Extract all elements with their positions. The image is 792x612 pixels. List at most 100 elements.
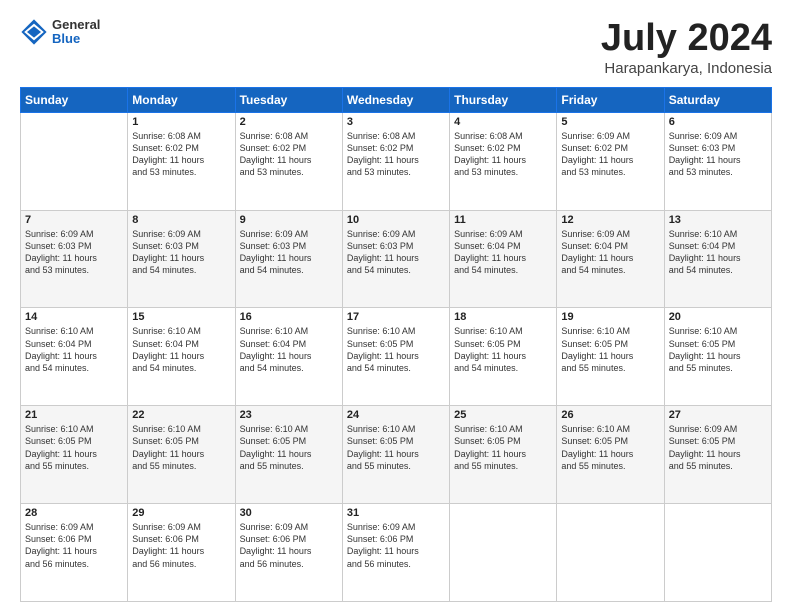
- calendar-cell: 6 Sunrise: 6:09 AMSunset: 6:03 PMDaylight…: [664, 112, 771, 210]
- cell-info: Sunrise: 6:08 AMSunset: 6:02 PMDaylight:…: [240, 130, 338, 179]
- calendar-cell: 21 Sunrise: 6:10 AMSunset: 6:05 PMDayligh…: [21, 406, 128, 504]
- cell-info: Sunrise: 6:10 AMSunset: 6:05 PMDaylight:…: [240, 423, 338, 472]
- cell-info: Sunrise: 6:10 AMSunset: 6:04 PMDaylight:…: [132, 325, 230, 374]
- cell-info: Sunrise: 6:09 AMSunset: 6:04 PMDaylight:…: [561, 228, 659, 277]
- calendar-header-cell: Wednesday: [342, 87, 449, 112]
- cell-info: Sunrise: 6:10 AMSunset: 6:05 PMDaylight:…: [454, 423, 552, 472]
- calendar-cell: 7 Sunrise: 6:09 AMSunset: 6:03 PMDaylight…: [21, 210, 128, 308]
- cell-info: Sunrise: 6:09 AMSunset: 6:03 PMDaylight:…: [669, 130, 767, 179]
- calendar-cell: 31 Sunrise: 6:09 AMSunset: 6:06 PMDayligh…: [342, 504, 449, 602]
- calendar-header-cell: Thursday: [450, 87, 557, 112]
- day-number: 6: [669, 116, 767, 128]
- calendar-week-row: 7 Sunrise: 6:09 AMSunset: 6:03 PMDaylight…: [21, 210, 772, 308]
- cell-info: Sunrise: 6:08 AMSunset: 6:02 PMDaylight:…: [132, 130, 230, 179]
- logo: General Blue: [20, 18, 100, 47]
- logo-line2: Blue: [52, 32, 100, 46]
- page: General Blue July 2024 Harapankarya, Ind…: [0, 0, 792, 612]
- calendar-cell: 3 Sunrise: 6:08 AMSunset: 6:02 PMDaylight…: [342, 112, 449, 210]
- cell-info: Sunrise: 6:10 AMSunset: 6:05 PMDaylight:…: [561, 423, 659, 472]
- calendar-cell: 9Sunrise: 6:09 AMSunset: 6:03 PMDaylight…: [235, 210, 342, 308]
- calendar-cell: 1 Sunrise: 6:08 AMSunset: 6:02 PMDaylight…: [128, 112, 235, 210]
- calendar-cell: 5 Sunrise: 6:09 AMSunset: 6:02 PMDaylight…: [557, 112, 664, 210]
- calendar-week-row: 28Sunrise: 6:09 AMSunset: 6:06 PMDayligh…: [21, 504, 772, 602]
- day-number: 3: [347, 116, 445, 128]
- calendar-cell: 8 Sunrise: 6:09 AMSunset: 6:03 PMDaylight…: [128, 210, 235, 308]
- calendar-cell: [557, 504, 664, 602]
- cell-info: Sunrise: 6:08 AMSunset: 6:02 PMDaylight:…: [347, 130, 445, 179]
- day-number: 23: [240, 409, 338, 421]
- calendar-week-row: 14 Sunrise: 6:10 AMSunset: 6:04 PMDayligh…: [21, 308, 772, 406]
- day-number: 31: [347, 507, 445, 519]
- title-block: July 2024 Harapankarya, Indonesia: [601, 18, 772, 77]
- cell-info: Sunrise: 6:10 AMSunset: 6:05 PMDaylight:…: [454, 325, 552, 374]
- day-number: 21: [25, 409, 123, 421]
- logo-line1: General: [52, 18, 100, 32]
- calendar-cell: 26 Sunrise: 6:10 AMSunset: 6:05 PMDayligh…: [557, 406, 664, 504]
- cell-info: Sunrise: 6:10 AMSunset: 6:05 PMDaylight:…: [669, 325, 767, 374]
- cell-info: Sunrise: 6:10 AMSunset: 6:04 PMDaylight:…: [25, 325, 123, 374]
- cell-info: Sunrise: 6:10 AMSunset: 6:05 PMDaylight:…: [132, 423, 230, 472]
- cell-info: Sunrise: 6:09 AMSunset: 6:06 PMDaylight:…: [240, 521, 338, 570]
- cell-info: Sunrise: 6:09 AMSunset: 6:05 PMDaylight:…: [669, 423, 767, 472]
- calendar-cell: 16Sunrise: 6:10 AMSunset: 6:04 PMDayligh…: [235, 308, 342, 406]
- calendar-cell: 27 Sunrise: 6:09 AMSunset: 6:05 PMDayligh…: [664, 406, 771, 504]
- cell-info: Sunrise: 6:10 AMSunset: 6:05 PMDaylight:…: [25, 423, 123, 472]
- day-number: 12: [561, 214, 659, 226]
- calendar-cell: 29Sunrise: 6:09 AMSunset: 6:06 PMDayligh…: [128, 504, 235, 602]
- cell-info: Sunrise: 6:10 AMSunset: 6:04 PMDaylight:…: [240, 325, 338, 374]
- day-number: 22: [132, 409, 230, 421]
- day-number: 4: [454, 116, 552, 128]
- day-number: 2: [240, 116, 338, 128]
- day-number: 25: [454, 409, 552, 421]
- calendar-cell: 24 Sunrise: 6:10 AMSunset: 6:05 PMDayligh…: [342, 406, 449, 504]
- calendar-cell: 4 Sunrise: 6:08 AMSunset: 6:02 PMDaylight…: [450, 112, 557, 210]
- day-number: 9: [240, 214, 338, 226]
- day-number: 7: [25, 214, 123, 226]
- day-number: 5: [561, 116, 659, 128]
- logo-text: General Blue: [52, 18, 100, 47]
- calendar-header-row: SundayMondayTuesdayWednesdayThursdayFrid…: [21, 87, 772, 112]
- calendar-cell: 13 Sunrise: 6:10 AMSunset: 6:04 PMDayligh…: [664, 210, 771, 308]
- calendar-cell: 20 Sunrise: 6:10 AMSunset: 6:05 PMDayligh…: [664, 308, 771, 406]
- day-number: 18: [454, 311, 552, 323]
- calendar-week-row: 1 Sunrise: 6:08 AMSunset: 6:02 PMDaylight…: [21, 112, 772, 210]
- cell-info: Sunrise: 6:10 AMSunset: 6:05 PMDaylight:…: [347, 423, 445, 472]
- cell-info: Sunrise: 6:10 AMSunset: 6:04 PMDaylight:…: [669, 228, 767, 277]
- calendar-header-cell: Monday: [128, 87, 235, 112]
- calendar-table: SundayMondayTuesdayWednesdayThursdayFrid…: [20, 87, 772, 602]
- calendar-cell: [664, 504, 771, 602]
- calendar-header-cell: Saturday: [664, 87, 771, 112]
- day-number: 24: [347, 409, 445, 421]
- day-number: 30: [240, 507, 338, 519]
- day-number: 8: [132, 214, 230, 226]
- cell-info: Sunrise: 6:10 AMSunset: 6:05 PMDaylight:…: [561, 325, 659, 374]
- day-number: 27: [669, 409, 767, 421]
- cell-info: Sunrise: 6:09 AMSunset: 6:04 PMDaylight:…: [454, 228, 552, 277]
- day-number: 14: [25, 311, 123, 323]
- cell-info: Sunrise: 6:08 AMSunset: 6:02 PMDaylight:…: [454, 130, 552, 179]
- calendar-header-cell: Sunday: [21, 87, 128, 112]
- cell-info: Sunrise: 6:10 AMSunset: 6:05 PMDaylight:…: [347, 325, 445, 374]
- cell-info: Sunrise: 6:09 AMSunset: 6:03 PMDaylight:…: [347, 228, 445, 277]
- calendar-cell: 28Sunrise: 6:09 AMSunset: 6:06 PMDayligh…: [21, 504, 128, 602]
- day-number: 15: [132, 311, 230, 323]
- calendar-cell: 22 Sunrise: 6:10 AMSunset: 6:05 PMDayligh…: [128, 406, 235, 504]
- calendar-header-cell: Friday: [557, 87, 664, 112]
- cell-info: Sunrise: 6:09 AMSunset: 6:03 PMDaylight:…: [132, 228, 230, 277]
- day-number: 20: [669, 311, 767, 323]
- calendar-cell: 14 Sunrise: 6:10 AMSunset: 6:04 PMDayligh…: [21, 308, 128, 406]
- calendar-cell: 25 Sunrise: 6:10 AMSunset: 6:05 PMDayligh…: [450, 406, 557, 504]
- calendar-cell: 15 Sunrise: 6:10 AMSunset: 6:04 PMDayligh…: [128, 308, 235, 406]
- header: General Blue July 2024 Harapankarya, Ind…: [20, 18, 772, 77]
- cell-info: Sunrise: 6:09 AMSunset: 6:03 PMDaylight:…: [25, 228, 123, 277]
- day-number: 10: [347, 214, 445, 226]
- day-number: 17: [347, 311, 445, 323]
- day-number: 26: [561, 409, 659, 421]
- cell-info: Sunrise: 6:09 AMSunset: 6:06 PMDaylight:…: [347, 521, 445, 570]
- cell-info: Sunrise: 6:09 AMSunset: 6:02 PMDaylight:…: [561, 130, 659, 179]
- day-number: 13: [669, 214, 767, 226]
- day-number: 1: [132, 116, 230, 128]
- day-number: 19: [561, 311, 659, 323]
- calendar-week-row: 21 Sunrise: 6:10 AMSunset: 6:05 PMDayligh…: [21, 406, 772, 504]
- calendar-cell: 10 Sunrise: 6:09 AMSunset: 6:03 PMDayligh…: [342, 210, 449, 308]
